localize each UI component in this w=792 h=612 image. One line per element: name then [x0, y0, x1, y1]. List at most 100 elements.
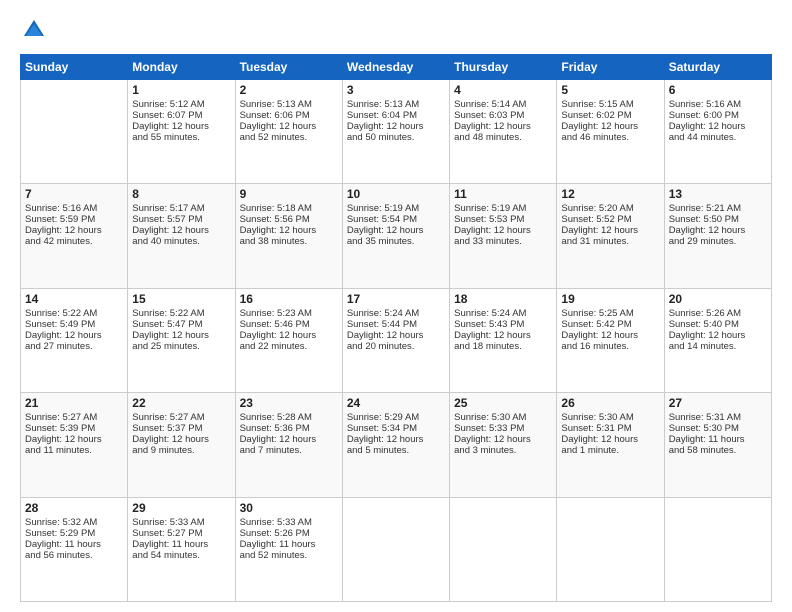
cell-info: Sunset: 5:56 PM [240, 214, 338, 225]
cell-info: Sunset: 5:42 PM [561, 319, 659, 330]
cell-info: Daylight: 12 hours [240, 121, 338, 132]
cell-info: Sunrise: 5:19 AM [454, 203, 552, 214]
cell-info: Sunset: 5:40 PM [669, 319, 767, 330]
calendar-cell: 19Sunrise: 5:25 AMSunset: 5:42 PMDayligh… [557, 288, 664, 392]
cell-info: Daylight: 11 hours [25, 539, 123, 550]
cell-info: Sunrise: 5:27 AM [25, 412, 123, 423]
day-number: 9 [240, 187, 338, 201]
calendar-cell [21, 80, 128, 184]
calendar-page: SundayMondayTuesdayWednesdayThursdayFrid… [0, 0, 792, 612]
calendar-cell: 12Sunrise: 5:20 AMSunset: 5:52 PMDayligh… [557, 184, 664, 288]
cell-info: Sunrise: 5:33 AM [240, 517, 338, 528]
cell-info: Sunset: 5:49 PM [25, 319, 123, 330]
cell-info: and 58 minutes. [669, 445, 767, 456]
day-number: 3 [347, 83, 445, 97]
day-number: 24 [347, 396, 445, 410]
cell-info: Sunset: 5:52 PM [561, 214, 659, 225]
cell-info: and 1 minute. [561, 445, 659, 456]
cell-info: Sunrise: 5:21 AM [669, 203, 767, 214]
cell-info: Sunset: 5:31 PM [561, 423, 659, 434]
day-number: 15 [132, 292, 230, 306]
cell-info: Sunset: 6:00 PM [669, 110, 767, 121]
cell-info: Sunrise: 5:16 AM [25, 203, 123, 214]
cell-info: Daylight: 12 hours [347, 330, 445, 341]
calendar-cell: 18Sunrise: 5:24 AMSunset: 5:43 PMDayligh… [450, 288, 557, 392]
cell-info: Daylight: 12 hours [132, 330, 230, 341]
weekday-header-saturday: Saturday [664, 55, 771, 80]
day-number: 28 [25, 501, 123, 515]
cell-info: Sunset: 6:03 PM [454, 110, 552, 121]
cell-info: Daylight: 12 hours [561, 434, 659, 445]
cell-info: and 33 minutes. [454, 236, 552, 247]
day-number: 19 [561, 292, 659, 306]
cell-info: Sunrise: 5:31 AM [669, 412, 767, 423]
cell-info: Sunset: 5:53 PM [454, 214, 552, 225]
cell-info: Sunset: 5:59 PM [25, 214, 123, 225]
weekday-header-monday: Monday [128, 55, 235, 80]
cell-info: Sunset: 5:44 PM [347, 319, 445, 330]
cell-info: Daylight: 12 hours [454, 121, 552, 132]
day-number: 20 [669, 292, 767, 306]
weekday-header-tuesday: Tuesday [235, 55, 342, 80]
cell-info: and 52 minutes. [240, 132, 338, 143]
cell-info: and 7 minutes. [240, 445, 338, 456]
cell-info: Daylight: 12 hours [132, 434, 230, 445]
cell-info: Sunset: 5:34 PM [347, 423, 445, 434]
cell-info: Sunset: 5:43 PM [454, 319, 552, 330]
cell-info: and 20 minutes. [347, 341, 445, 352]
cell-info: Sunrise: 5:23 AM [240, 308, 338, 319]
cell-info: Daylight: 12 hours [561, 225, 659, 236]
cell-info: and 44 minutes. [669, 132, 767, 143]
calendar-cell: 13Sunrise: 5:21 AMSunset: 5:50 PMDayligh… [664, 184, 771, 288]
calendar-cell: 8Sunrise: 5:17 AMSunset: 5:57 PMDaylight… [128, 184, 235, 288]
logo-icon [20, 16, 48, 44]
cell-info: and 18 minutes. [454, 341, 552, 352]
cell-info: Sunrise: 5:22 AM [25, 308, 123, 319]
calendar-cell: 27Sunrise: 5:31 AMSunset: 5:30 PMDayligh… [664, 393, 771, 497]
calendar-cell: 6Sunrise: 5:16 AMSunset: 6:00 PMDaylight… [664, 80, 771, 184]
calendar-week-row: 28Sunrise: 5:32 AMSunset: 5:29 PMDayligh… [21, 497, 772, 601]
day-number: 27 [669, 396, 767, 410]
weekday-header-friday: Friday [557, 55, 664, 80]
cell-info: Daylight: 12 hours [669, 225, 767, 236]
day-number: 5 [561, 83, 659, 97]
cell-info: Sunset: 5:27 PM [132, 528, 230, 539]
day-number: 16 [240, 292, 338, 306]
weekday-header-row: SundayMondayTuesdayWednesdayThursdayFrid… [21, 55, 772, 80]
cell-info: Sunrise: 5:25 AM [561, 308, 659, 319]
cell-info: and 14 minutes. [669, 341, 767, 352]
cell-info: Sunset: 5:47 PM [132, 319, 230, 330]
calendar-cell [664, 497, 771, 601]
day-number: 25 [454, 396, 552, 410]
cell-info: Sunrise: 5:17 AM [132, 203, 230, 214]
cell-info: Daylight: 12 hours [132, 225, 230, 236]
cell-info: Sunrise: 5:24 AM [454, 308, 552, 319]
cell-info: and 46 minutes. [561, 132, 659, 143]
cell-info: Sunrise: 5:30 AM [561, 412, 659, 423]
cell-info: Sunrise: 5:13 AM [347, 99, 445, 110]
cell-info: and 55 minutes. [132, 132, 230, 143]
cell-info: and 52 minutes. [240, 550, 338, 561]
cell-info: Daylight: 12 hours [669, 330, 767, 341]
day-number: 18 [454, 292, 552, 306]
calendar-cell: 16Sunrise: 5:23 AMSunset: 5:46 PMDayligh… [235, 288, 342, 392]
calendar-cell: 25Sunrise: 5:30 AMSunset: 5:33 PMDayligh… [450, 393, 557, 497]
cell-info: and 11 minutes. [25, 445, 123, 456]
calendar-cell: 7Sunrise: 5:16 AMSunset: 5:59 PMDaylight… [21, 184, 128, 288]
cell-info: and 27 minutes. [25, 341, 123, 352]
calendar-cell: 10Sunrise: 5:19 AMSunset: 5:54 PMDayligh… [342, 184, 449, 288]
weekday-header-wednesday: Wednesday [342, 55, 449, 80]
cell-info: Sunrise: 5:14 AM [454, 99, 552, 110]
cell-info: and 9 minutes. [132, 445, 230, 456]
cell-info: Sunset: 5:36 PM [240, 423, 338, 434]
day-number: 7 [25, 187, 123, 201]
cell-info: Daylight: 12 hours [132, 121, 230, 132]
weekday-header-thursday: Thursday [450, 55, 557, 80]
cell-info: and 3 minutes. [454, 445, 552, 456]
cell-info: Sunset: 5:50 PM [669, 214, 767, 225]
cell-info: Sunset: 5:30 PM [669, 423, 767, 434]
calendar-cell: 5Sunrise: 5:15 AMSunset: 6:02 PMDaylight… [557, 80, 664, 184]
cell-info: Sunrise: 5:32 AM [25, 517, 123, 528]
cell-info: and 16 minutes. [561, 341, 659, 352]
cell-info: and 35 minutes. [347, 236, 445, 247]
